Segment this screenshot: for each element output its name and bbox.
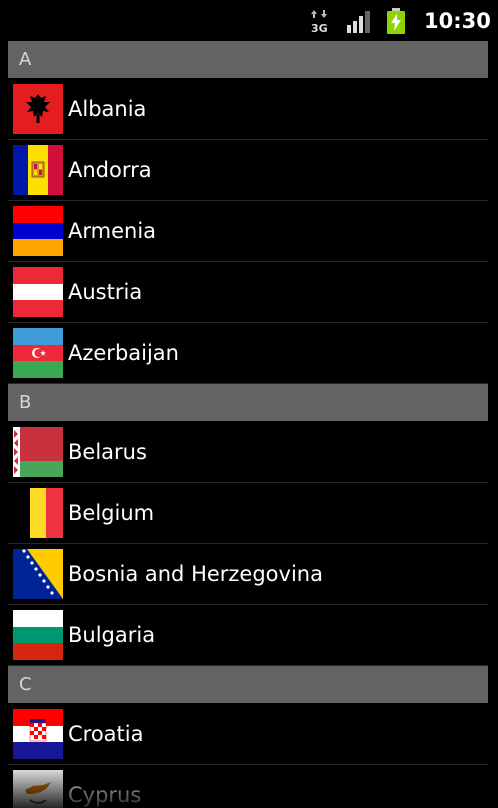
armenia-flag-icon: [13, 206, 63, 256]
bulgaria-flag-icon: [13, 610, 63, 660]
belarus-flag-icon: [13, 427, 63, 477]
azerbaijan-flag-icon: [13, 328, 63, 378]
country-row-albania[interactable]: Albania: [8, 79, 488, 140]
austria-flag-icon: [13, 267, 63, 317]
country-list[interactable]: A Albania Andorra Armenia Austria Azerba…: [8, 41, 488, 808]
bosnia-flag-icon: [13, 549, 63, 599]
country-row-austria[interactable]: Austria: [8, 262, 488, 323]
country-name: Austria: [68, 280, 143, 304]
section-header-a: A: [8, 41, 488, 78]
country-name: Armenia: [68, 219, 157, 243]
country-name: Andorra: [68, 158, 152, 182]
albania-flag-icon: [13, 84, 63, 134]
signal-icon: [347, 11, 370, 33]
belgium-flag-icon: [13, 488, 63, 538]
country-name: Bosnia and Herzegovina: [68, 562, 323, 586]
3g-data-icon: 3G: [311, 10, 328, 34]
country-row-armenia[interactable]: Armenia: [8, 201, 488, 262]
country-row-croatia[interactable]: Croatia: [8, 704, 488, 765]
country-row-bosnia[interactable]: Bosnia and Herzegovina: [8, 544, 488, 605]
country-name: Croatia: [68, 722, 144, 746]
clock-time: 10:30: [424, 9, 491, 33]
status-bar: 3G 10:30: [0, 0, 498, 41]
country-name: Albania: [68, 97, 147, 121]
country-row-belarus[interactable]: Belarus: [8, 422, 488, 483]
section-header-c: C: [8, 666, 488, 703]
country-row-bulgaria[interactable]: Bulgaria: [8, 605, 488, 666]
country-name: Azerbaijan: [68, 341, 179, 365]
country-row-belgium[interactable]: Belgium: [8, 483, 488, 544]
country-name: Belgium: [68, 501, 155, 525]
battery-charging-icon: [387, 8, 405, 34]
section-header-b: B: [8, 384, 488, 421]
country-row-azerbaijan[interactable]: Azerbaijan: [8, 323, 488, 384]
croatia-flag-icon: [13, 709, 63, 759]
svg-text:3G: 3G: [311, 22, 328, 34]
country-name: Bulgaria: [68, 623, 156, 647]
country-row-andorra[interactable]: Andorra: [8, 140, 488, 201]
country-name: Belarus: [68, 440, 147, 464]
country-row-cyprus[interactable]: Cyprus: [8, 765, 488, 808]
country-name: Cyprus: [68, 783, 142, 807]
cyprus-flag-icon: [13, 770, 63, 808]
andorra-flag-icon: [13, 145, 63, 195]
